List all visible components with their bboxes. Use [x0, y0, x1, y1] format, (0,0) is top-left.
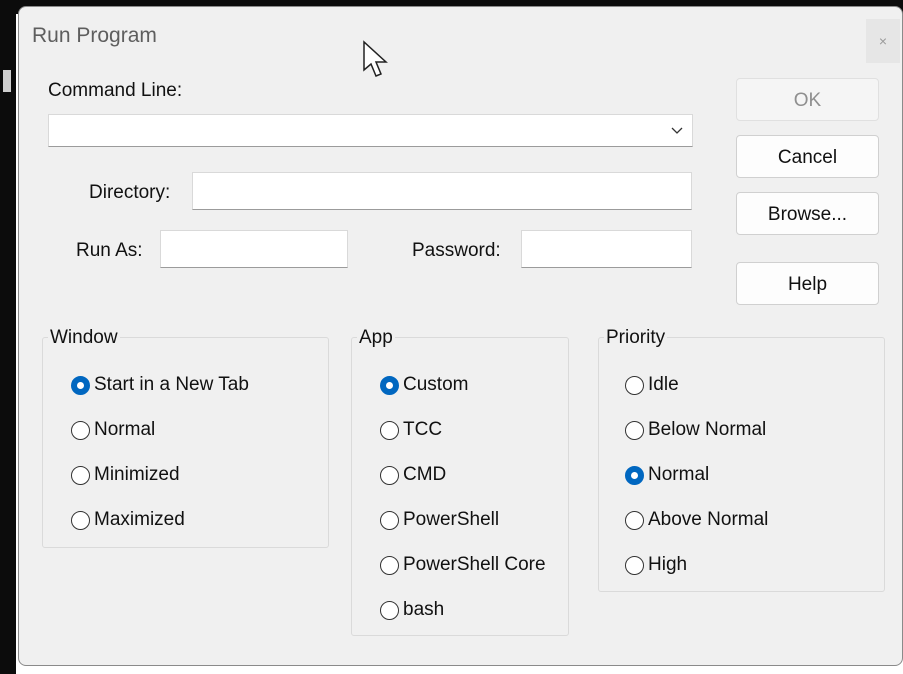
radio-button[interactable]	[380, 600, 399, 620]
app-group-title: App	[357, 327, 395, 349]
radio-button[interactable]	[380, 375, 399, 395]
priority-option-below-normal[interactable]: Below Normal	[625, 417, 766, 443]
window-option-normal[interactable]: Normal	[71, 417, 155, 443]
mouse-pointer-icon	[363, 40, 388, 77]
priority-option-normal[interactable]: Normal	[625, 462, 709, 488]
ok-button[interactable]: OK	[736, 78, 879, 121]
radio-label: Start in a New Tab	[94, 374, 249, 395]
radio-button[interactable]	[625, 375, 644, 395]
app-option-bash[interactable]: bash	[380, 597, 444, 623]
help-button[interactable]: Help	[736, 262, 879, 305]
radio-label: PowerShell	[403, 509, 500, 530]
radio-label: PowerShell Core	[403, 554, 546, 575]
radio-label: Normal	[648, 464, 710, 485]
app-option-cmd[interactable]: CMD	[380, 462, 446, 488]
radio-button[interactable]	[380, 420, 399, 440]
radio-label: TCC	[403, 419, 443, 440]
radio-label: Custom	[403, 374, 469, 395]
radio-button[interactable]	[71, 510, 90, 530]
radio-button[interactable]	[71, 375, 90, 395]
password-input[interactable]	[521, 230, 692, 268]
radio-button[interactable]	[71, 420, 90, 440]
close-button[interactable]: ×	[866, 19, 900, 63]
radio-button[interactable]	[380, 465, 399, 485]
window-group-title: Window	[48, 327, 120, 349]
command-line-combobox[interactable]	[48, 114, 693, 147]
radio-label: Below Normal	[648, 419, 767, 440]
priority-option-high[interactable]: High	[625, 552, 687, 578]
priority-option-above-normal[interactable]: Above Normal	[625, 507, 768, 533]
radio-button[interactable]	[625, 555, 644, 575]
dialog-title: Run Program	[32, 24, 157, 47]
window-option-start-in-a-new-tab[interactable]: Start in a New Tab	[71, 372, 249, 398]
terminal-background-left	[0, 0, 16, 674]
app-option-tcc[interactable]: TCC	[380, 417, 442, 443]
radio-label: Idle	[648, 374, 679, 395]
radio-button[interactable]	[71, 465, 90, 485]
radio-label: Above Normal	[648, 509, 769, 530]
cancel-button[interactable]: Cancel	[736, 135, 879, 178]
radio-button[interactable]	[625, 465, 644, 485]
app-option-powershell[interactable]: PowerShell	[380, 507, 499, 533]
priority-group-title: Priority	[604, 327, 668, 349]
password-label: Password:	[412, 240, 501, 261]
run-program-dialog: Run Program × Command Line: Directory: R…	[18, 6, 903, 666]
directory-label: Directory:	[89, 182, 171, 203]
run-as-input[interactable]	[160, 230, 348, 268]
command-line-label: Command Line:	[48, 80, 183, 101]
radio-button[interactable]	[380, 555, 399, 575]
radio-button[interactable]	[625, 510, 644, 530]
run-as-label: Run As:	[76, 240, 143, 261]
window-option-minimized[interactable]: Minimized	[71, 462, 180, 488]
terminal-text-cursor	[3, 70, 11, 92]
radio-label: CMD	[403, 464, 447, 485]
browse-button[interactable]: Browse...	[736, 192, 879, 235]
radio-button[interactable]	[380, 510, 399, 530]
priority-option-idle[interactable]: Idle	[625, 372, 679, 398]
chevron-down-icon[interactable]	[670, 124, 684, 138]
radio-label: Maximized	[94, 509, 185, 530]
radio-label: Minimized	[94, 464, 180, 485]
radio-button[interactable]	[625, 420, 644, 440]
app-option-powershell-core[interactable]: PowerShell Core	[380, 552, 546, 578]
directory-input[interactable]	[192, 172, 692, 210]
radio-label: Normal	[94, 419, 156, 440]
app-option-custom[interactable]: Custom	[380, 372, 468, 398]
radio-label: bash	[403, 599, 445, 620]
radio-label: High	[648, 554, 688, 575]
window-option-maximized[interactable]: Maximized	[71, 507, 185, 533]
